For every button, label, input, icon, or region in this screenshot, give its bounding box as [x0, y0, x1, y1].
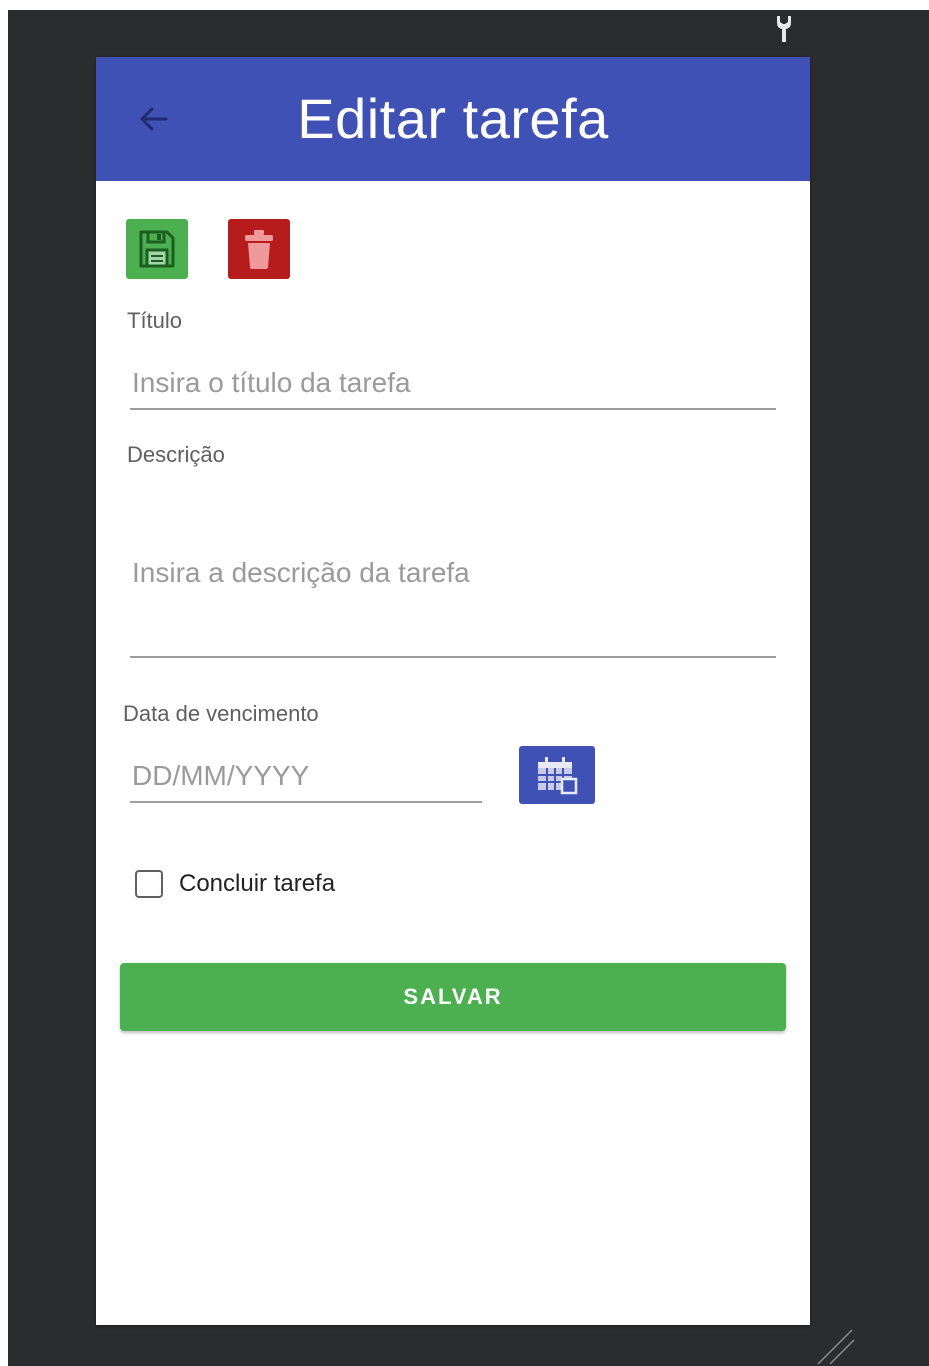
date-picker-button[interactable]: [519, 746, 595, 804]
complete-task-label: Concluir tarefa: [179, 870, 336, 897]
resize-grip-icon[interactable]: [812, 1326, 856, 1366]
submit-save-button[interactable]: SALVAR: [120, 963, 786, 1031]
delete-icon-button[interactable]: [228, 219, 290, 279]
app-bar: Editar tarefa: [96, 57, 810, 181]
description-label: Descrição: [127, 442, 225, 467]
save-icon-button[interactable]: [126, 219, 188, 279]
phone-screen: Editar tarefa Título Descrição Data de v…: [96, 57, 810, 1325]
calendar-icon: [538, 757, 578, 795]
wrench-icon[interactable]: [772, 14, 796, 44]
trash-can-icon: [245, 230, 273, 269]
title-label: Título: [127, 308, 183, 333]
checkbox-box[interactable]: [135, 870, 163, 898]
due-date-input[interactable]: [130, 757, 482, 803]
page-title: Editar tarefa: [297, 87, 609, 150]
description-input[interactable]: [130, 497, 776, 658]
floppy-disk-icon: [139, 230, 175, 268]
title-input[interactable]: [130, 364, 776, 410]
due-date-label: Data de vencimento: [123, 701, 319, 726]
